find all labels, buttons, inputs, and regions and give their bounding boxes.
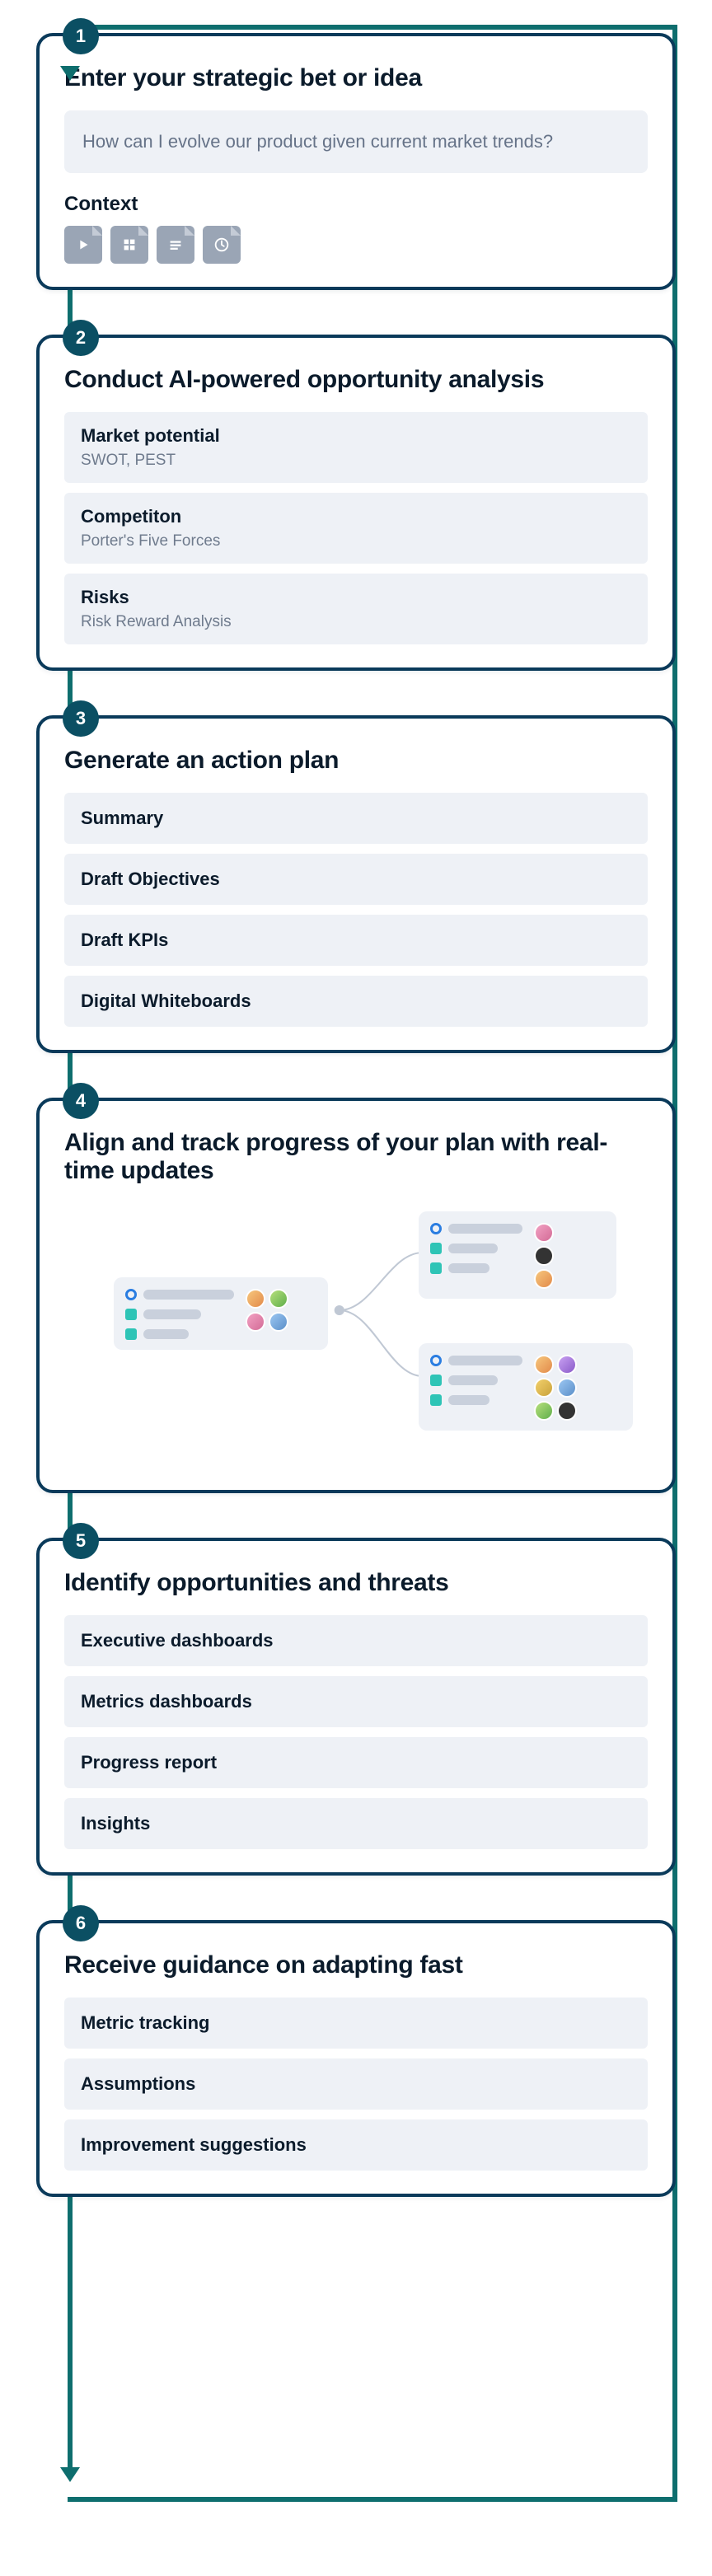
step-title: Conduct AI-powered opportunity analysis [64, 366, 648, 394]
analysis-title: Competiton [81, 506, 631, 527]
opportunity-item: Progress report [64, 1737, 648, 1788]
analysis-title: Market potential [81, 425, 631, 447]
step-title: Enter your strategic bet or idea [64, 64, 648, 92]
step-card-1: 1 Enter your strategic bet or idea How c… [36, 33, 676, 290]
plan-node [419, 1211, 616, 1299]
analysis-desc: Porter's Five Forces [81, 532, 631, 550]
analysis-block: Risks Risk Reward Analysis [64, 574, 648, 644]
step-card-4: 4 Align and track progress of your plan … [36, 1098, 676, 1493]
avatar-stack [534, 1355, 577, 1421]
step-title: Receive guidance on adapting fast [64, 1951, 648, 1979]
analysis-title: Risks [81, 587, 631, 608]
step-title: Align and track progress of your plan wi… [64, 1129, 648, 1185]
alignment-diagram [64, 1203, 648, 1467]
step-badge: 1 [63, 18, 99, 54]
opportunity-item: Executive dashboards [64, 1615, 648, 1666]
lines-file-icon[interactable] [157, 226, 194, 264]
step-card-6: 6 Receive guidance on adapting fast Metr… [36, 1920, 676, 2197]
plan-item: Summary [64, 793, 648, 844]
step-card-3: 3 Generate an action plan Summary Draft … [36, 715, 676, 1053]
step-badge: 5 [63, 1523, 99, 1559]
clock-file-icon[interactable] [203, 226, 241, 264]
analysis-desc: SWOT, PEST [81, 452, 631, 470]
avatar-stack [534, 1223, 554, 1289]
guidance-item: Assumptions [64, 2058, 648, 2110]
idea-input[interactable]: How can I evolve our product given curre… [64, 110, 648, 173]
step-badge: 6 [63, 1905, 99, 1941]
plan-item: Draft Objectives [64, 854, 648, 905]
analysis-block: Competiton Porter's Five Forces [64, 493, 648, 564]
context-icons [64, 226, 648, 264]
plan-item: Digital Whiteboards [64, 976, 648, 1027]
step-title: Identify opportunities and threats [64, 1569, 648, 1597]
opportunity-item: Metrics dashboards [64, 1676, 648, 1727]
analysis-block: Market potential SWOT, PEST [64, 412, 648, 483]
step-card-2: 2 Conduct AI-powered opportunity analysi… [36, 335, 676, 671]
plan-item: Draft KPIs [64, 915, 648, 966]
step-title: Generate an action plan [64, 747, 648, 775]
plan-node [114, 1277, 328, 1350]
step-card-5: 5 Identify opportunities and threats Exe… [36, 1538, 676, 1876]
avatar-stack [246, 1289, 288, 1332]
play-file-icon[interactable] [64, 226, 102, 264]
step-badge: 4 [63, 1083, 99, 1119]
analysis-desc: Risk Reward Analysis [81, 613, 631, 631]
opportunity-item: Insights [64, 1798, 648, 1849]
step-badge: 3 [63, 700, 99, 737]
step-badge: 2 [63, 320, 99, 356]
grid-file-icon[interactable] [110, 226, 148, 264]
guidance-item: Metric tracking [64, 1998, 648, 2049]
context-label: Context [64, 193, 648, 216]
plan-node [419, 1343, 633, 1431]
guidance-item: Improvement suggestions [64, 2119, 648, 2171]
